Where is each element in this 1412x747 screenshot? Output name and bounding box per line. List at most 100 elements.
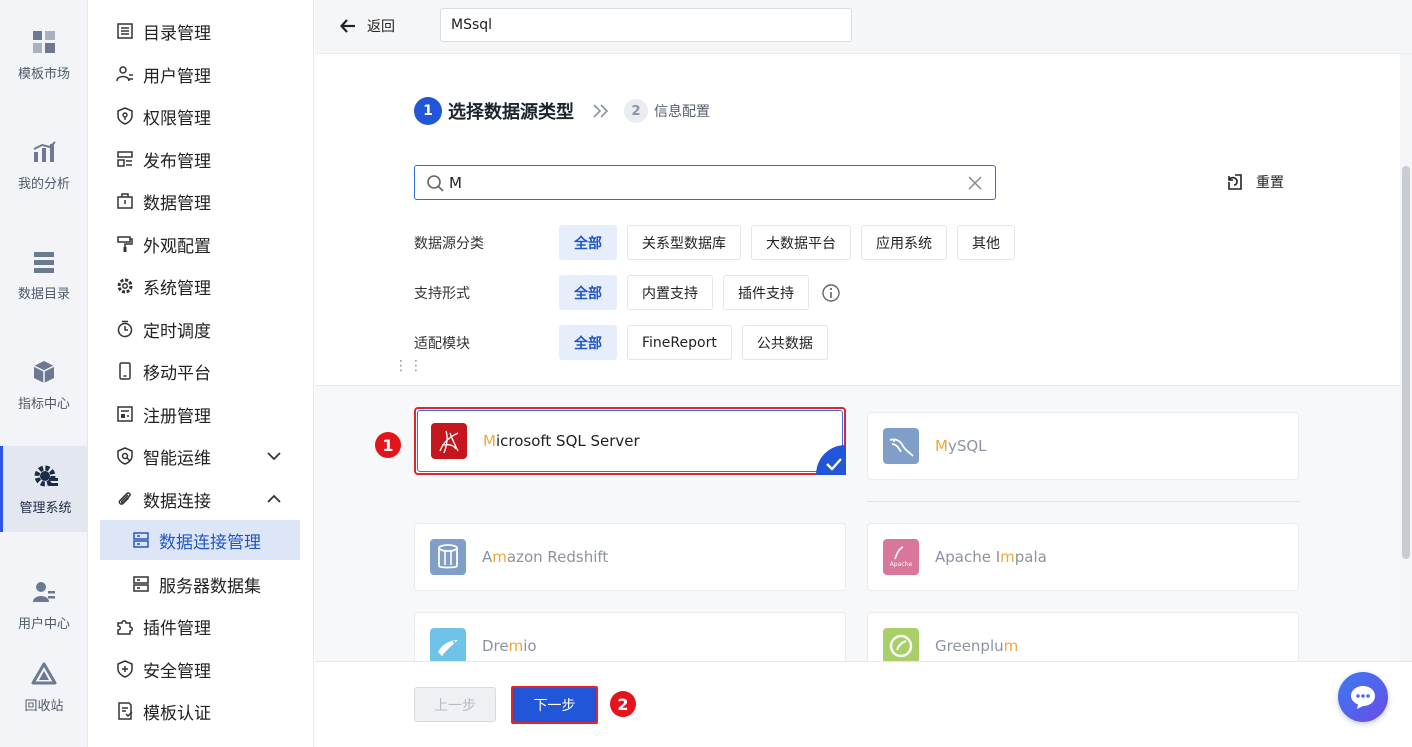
chip-category-other[interactable]: 其他 [957, 225, 1015, 260]
menu-item-mobile-platform[interactable]: 移动平台 [88, 351, 314, 391]
rail-item-data-catalog[interactable]: 数据目录 [0, 232, 88, 318]
rail-item-management-system[interactable]: 管理系统 [0, 446, 88, 532]
menu-item-permission-management[interactable]: 权限管理 [88, 96, 314, 136]
filter-row-module: 适配模块 全部 FineReport 公共数据 [414, 325, 838, 360]
chip-category-application[interactable]: 应用系统 [861, 225, 947, 260]
chip-module-public-data[interactable]: 公共数据 [741, 325, 828, 360]
datasource-card-mysql[interactable]: MySQL [867, 412, 1299, 480]
certificate-icon [118, 702, 133, 720]
menu-item-security-management[interactable]: 安全管理 [88, 649, 314, 689]
menu-item-data-management[interactable]: 数据管理 [88, 181, 314, 221]
search-input[interactable] [449, 169, 949, 196]
menu-item-label: 智能运维 [143, 448, 211, 469]
icon-rail: 模板市场 我的分析 数据目录 指标中心 管理系统 用户中心 回收站 [0, 0, 88, 747]
next-step-button[interactable]: 下一步 [511, 686, 598, 724]
connection-name-input[interactable] [440, 8, 852, 42]
menu-item-publish-management[interactable]: 发布管理 [88, 139, 314, 179]
menu-item-system-management[interactable]: 系统管理 [88, 266, 314, 306]
datasource-card-impala[interactable]: Apache Apache Impala [867, 523, 1299, 591]
reset-label: 重置 [1256, 175, 1284, 191]
search-icon [427, 175, 444, 192]
paperclip-icon [118, 492, 131, 505]
menu-item-label: 注册管理 [143, 406, 211, 427]
rail-item-user-center[interactable]: 用户中心 [0, 562, 88, 648]
menu-item-plugin-management[interactable]: 插件管理 [88, 606, 314, 646]
datasource-name: Microsoft SQL Server [483, 432, 640, 450]
rail-label: 我的分析 [17, 176, 70, 192]
menu-item-appearance-config[interactable]: 外观配置 [88, 224, 314, 264]
menu-item-server-dataset[interactable]: 服务器数据集 [88, 564, 314, 604]
datasource-card-greenplum[interactable]: Greenplum [867, 612, 1299, 661]
back-button[interactable]: 返回 [339, 14, 395, 38]
scrollbar[interactable] [1400, 54, 1412, 661]
menu-item-label: 模板认证 [143, 703, 211, 724]
filter-row-support: 支持形式 全部 内置支持 插件支持 [414, 275, 841, 310]
datasource-card-sqlserver[interactable]: Microsoft SQL Server [414, 407, 846, 475]
gear-icon [117, 278, 133, 294]
chip-module-all[interactable]: 全部 [559, 325, 617, 360]
chip-category-relational[interactable]: 关系型数据库 [627, 225, 741, 260]
chip-module-finereport[interactable]: FineReport [627, 325, 732, 360]
chat-assistant-button[interactable] [1338, 672, 1388, 722]
resize-drag-handle-icon[interactable]: ⋮⋮ [394, 359, 423, 382]
step-2-number: 2 [624, 99, 648, 123]
chat-bubble-icon [1351, 686, 1375, 709]
datasource-list: Microsoft SQL Server MySQL Amazon Redshi… [315, 385, 1400, 661]
rail-label: 回收站 [24, 698, 64, 714]
sqlserver-logo-icon [431, 423, 467, 459]
filter-label: 适配模块 [414, 335, 470, 352]
menu-item-smart-ops[interactable]: 智能运维 [88, 436, 314, 476]
reset-icon [1228, 174, 1242, 190]
chip-category-all[interactable]: 全部 [559, 225, 617, 260]
management-menu: 目录管理 用户管理 权限管理 发布管理 数据管理 外观配置 系统管理 定时调度 … [88, 0, 423, 747]
rail-item-metric-center[interactable]: 指标中心 [0, 342, 88, 428]
template-market-icon [33, 30, 55, 53]
filter-row-category: 数据源分类 全部 关系型数据库 大数据平台 应用系统 其他 [414, 225, 1025, 260]
scroll-thumb[interactable] [1402, 166, 1410, 559]
datasource-name: Greenplum [935, 637, 1019, 655]
menu-item-scheduled-tasks[interactable]: 定时调度 [88, 309, 314, 349]
chevron-down-icon[interactable] [266, 448, 282, 464]
menu-item-catalog-management[interactable]: 目录管理 [88, 11, 314, 51]
reset-button[interactable]: 重置 [1226, 172, 1284, 192]
datasource-card-dremio[interactable]: Dremio [414, 612, 846, 661]
list-divider [867, 501, 1300, 502]
chip-support-all[interactable]: 全部 [559, 275, 617, 310]
menu-item-label: 系统管理 [143, 278, 211, 299]
chip-support-builtin[interactable]: 内置支持 [627, 275, 713, 310]
data-catalog-icon [34, 251, 54, 273]
menu-item-user-management[interactable]: 用户管理 [88, 54, 314, 94]
menu-item-label: 发布管理 [143, 151, 211, 172]
rail-label: 用户中心 [17, 616, 70, 632]
chip-support-plugin[interactable]: 插件支持 [723, 275, 809, 310]
rail-item-recycle-bin[interactable]: 回收站 [0, 644, 88, 730]
menu-item-label: 权限管理 [143, 108, 211, 129]
datasource-search-box [414, 165, 996, 200]
menu-item-label: 安全管理 [143, 661, 211, 682]
publish-icon [117, 151, 133, 167]
rail-label: 指标中心 [17, 396, 70, 412]
datasource-name: Dremio [482, 637, 537, 655]
datasource-card-redshift[interactable]: Amazon Redshift [414, 523, 846, 591]
menu-item-label: 移动平台 [143, 363, 211, 384]
menu-item-data-connection[interactable]: 数据连接 [88, 479, 314, 519]
management-gear-icon [34, 465, 58, 486]
menu-item-data-connection-management[interactable]: 数据连接管理 [100, 520, 300, 560]
briefcase-icon [117, 193, 133, 209]
clear-icon[interactable] [967, 175, 983, 191]
rail-item-my-analysis[interactable]: 我的分析 [0, 122, 88, 208]
wizard-footer: 上一步 下一步 [315, 661, 1412, 747]
chip-category-bigdata[interactable]: 大数据平台 [751, 225, 851, 260]
impala-logo-icon: Apache [883, 539, 919, 575]
shield-key-icon [117, 107, 133, 125]
previous-step-button[interactable]: 上一步 [414, 687, 496, 722]
menu-item-template-certification[interactable]: 模板认证 [88, 691, 314, 731]
rail-label: 数据目录 [17, 286, 70, 302]
chevron-up-icon[interactable] [266, 491, 282, 507]
rail-item-template-market[interactable]: 模板市场 [0, 12, 88, 98]
info-icon[interactable] [821, 283, 841, 303]
wizard-steps: 1 选择数据源类型 2 信息配置 [414, 96, 710, 126]
step-1-label: 选择数据源类型 [448, 102, 574, 123]
menu-item-registration-management[interactable]: 注册管理 [88, 394, 314, 434]
menu-item-label: 数据连接管理 [159, 532, 261, 553]
